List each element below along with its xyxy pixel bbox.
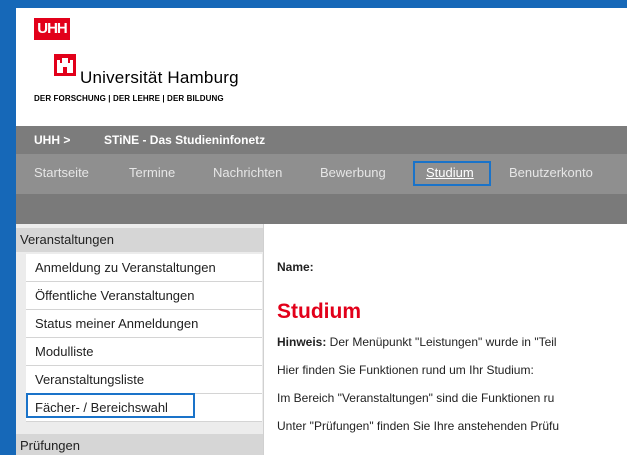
sidebar: Veranstaltungen Anmeldung zu Veranstaltu… [16, 224, 264, 455]
nav-nachrichten[interactable]: Nachrichten [213, 162, 282, 184]
breadcrumb: UHH > STiNE - Das Studieninfonetz [16, 126, 627, 154]
nav-termine[interactable]: Termine [129, 162, 175, 184]
browser-page: UHH Universität Hamburg DER FORSCHUNG | … [16, 8, 627, 455]
sidebar-item-status[interactable]: Status meiner Anmeldungen [26, 310, 262, 338]
nav-bewerbung[interactable]: Bewerbung [320, 162, 386, 184]
sidebar-item-modulliste[interactable]: Modulliste [26, 338, 262, 366]
university-tagline: DER FORSCHUNG | DER LEHRE | DER BILDUNG [34, 94, 224, 103]
uhh-logo-mark: UHH [34, 18, 70, 40]
hamburg-castle-icon [54, 54, 76, 76]
nav-benutzerkonto[interactable]: Benutzerkonto [509, 162, 593, 184]
sidebar-section-veranstaltungen[interactable]: Veranstaltungen [16, 228, 263, 252]
page-title: Studium [277, 300, 361, 323]
faecherwahl-highlight-box [26, 393, 195, 418]
studium-highlight-box [413, 161, 491, 186]
sidebar-section-pruefungen[interactable]: Prüfungen [16, 434, 263, 455]
breadcrumb-site-title[interactable]: STiNE - Das Studieninfonetz [104, 133, 265, 147]
nav-startseite[interactable]: Startseite [34, 162, 89, 184]
sub-navigation-bar [16, 194, 627, 224]
name-label: Name: [277, 260, 314, 274]
sidebar-item-anmeldung[interactable]: Anmeldung zu Veranstaltungen [26, 254, 262, 282]
hint-label: Hinweis: [277, 335, 327, 349]
university-name: Universität Hamburg [80, 68, 239, 87]
veranstaltungen-paragraph: Im Bereich "Veranstaltungen" sind die Fu… [277, 391, 555, 405]
hint-text: Der Menüpunkt "Leistungen" wurde in "Tei… [326, 335, 557, 349]
intro-paragraph: Hier finden Sie Funktionen rund um Ihr S… [277, 363, 534, 377]
pruefungen-paragraph: Unter "Prüfungen" finden Sie Ihre ansteh… [277, 419, 560, 433]
breadcrumb-home-link[interactable]: UHH > [34, 133, 70, 147]
main-content: Name: Studium Hinweis: Der Menüpunkt "Le… [274, 224, 627, 455]
university-logo[interactable]: UHH Universität Hamburg DER FORSCHUNG | … [16, 8, 627, 126]
sidebar-item-veranstaltungsliste[interactable]: Veranstaltungsliste [26, 366, 262, 394]
sidebar-item-oeffentliche[interactable]: Öffentliche Veranstaltungen [26, 282, 262, 310]
hint-paragraph: Hinweis: Der Menüpunkt "Leistungen" wurd… [277, 335, 557, 349]
main-navigation: Startseite Termine Nachrichten Bewerbung… [16, 154, 627, 194]
